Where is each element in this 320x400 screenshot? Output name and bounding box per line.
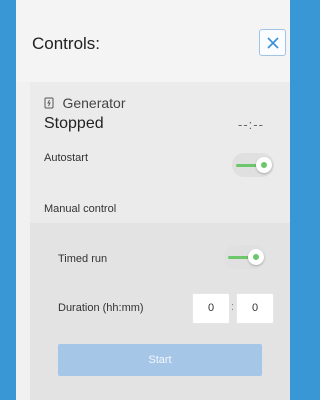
generator-label: Generator	[62, 94, 126, 111]
generator-status: Stopped	[44, 115, 104, 132]
timed-run-label: Timed run	[58, 253, 108, 265]
duration-label: Duration (hh:mm)	[58, 302, 144, 314]
manual-control-label: Manual control	[44, 203, 117, 215]
toggle-knob	[256, 157, 272, 173]
generator-runtime: --:--	[238, 117, 264, 132]
start-button[interactable]: Start	[58, 344, 262, 376]
autostart-label: Autostart	[44, 152, 89, 164]
timed-run-toggle[interactable]	[224, 245, 266, 269]
autostart-toggle[interactable]	[232, 153, 274, 177]
close-button[interactable]	[259, 29, 286, 56]
page-title: Controls:	[32, 34, 101, 53]
duration-minutes-input[interactable]: 0	[236, 293, 274, 324]
controls-header: Controls:	[16, 0, 290, 82]
controls-panel: Controls: Generator Stopped --:-- Autost…	[16, 0, 290, 400]
close-icon	[267, 37, 279, 49]
toggle-knob	[248, 249, 264, 265]
generator-icon	[44, 97, 54, 109]
manual-control-section: Timed run Duration (hh:mm) 0 : 0 Start	[30, 223, 290, 400]
generator-card: Generator Stopped --:-- Autostart Manual…	[30, 82, 290, 400]
duration-separator: :	[231, 301, 235, 313]
generator-row: Generator	[44, 94, 126, 112]
duration-hours-input[interactable]: 0	[192, 293, 230, 324]
